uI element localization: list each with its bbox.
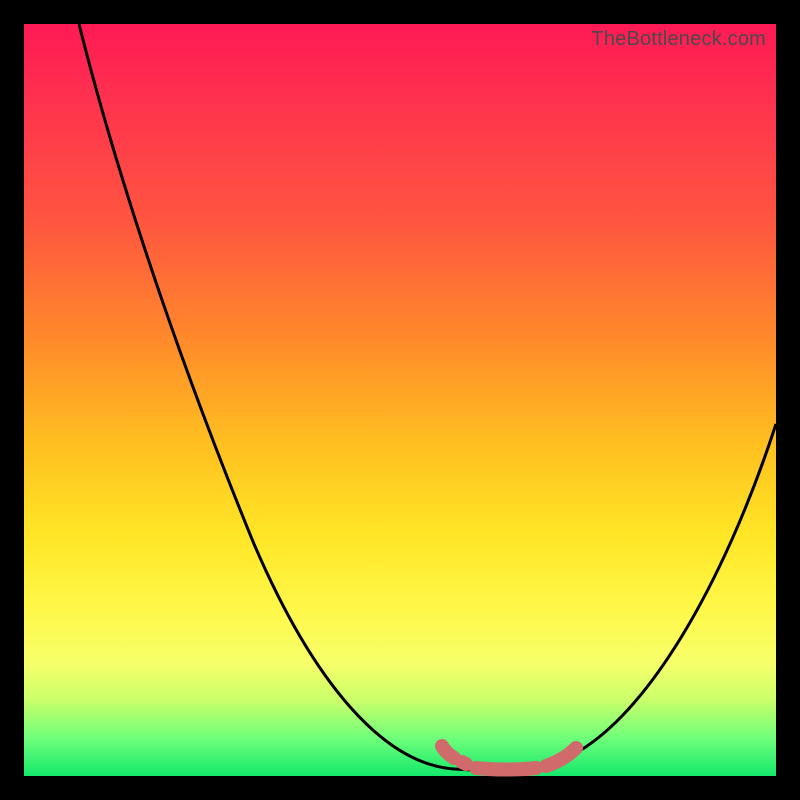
outer-frame: TheBottleneck.com [0, 0, 800, 800]
curve-layer [24, 24, 776, 776]
valley-marker [442, 746, 576, 770]
gradient-plot-area: TheBottleneck.com [24, 24, 776, 776]
bottleneck-curve [79, 24, 776, 771]
